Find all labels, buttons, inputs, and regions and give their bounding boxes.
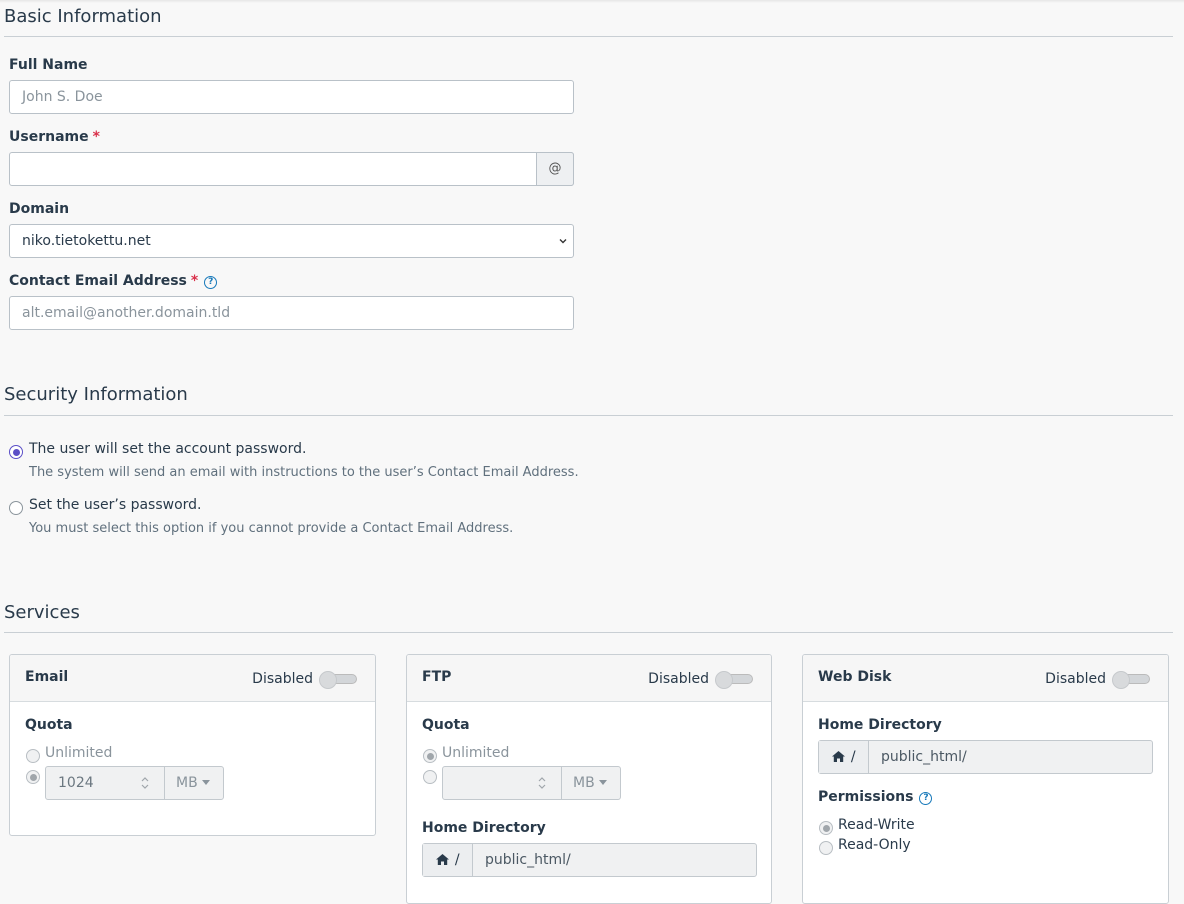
webdisk-service-card: Web Disk Disabled Home Directory / publi… (802, 654, 1169, 904)
ftp-unlimited-label: Unlimited (442, 745, 510, 761)
ftp-quota-label: Quota (422, 717, 470, 733)
email-custom-quota-radio[interactable] (26, 770, 40, 784)
webdisk-permissions-label: Permissions? (818, 789, 933, 805)
spinner-icon[interactable] (538, 776, 546, 790)
ftp-unit-value: MB (573, 775, 595, 791)
home-icon (832, 751, 846, 762)
email-quota-input[interactable]: 1024 (45, 766, 165, 800)
option-user-sets-password-label[interactable]: The user will set the account password. (29, 441, 306, 457)
webdisk-toggle[interactable] (1112, 671, 1150, 689)
home-addon: / (819, 741, 869, 773)
full-name-input[interactable]: John S. Doe (9, 80, 574, 114)
username-label: Username * (9, 129, 100, 145)
webdisk-read-write-label: Read-Write (838, 817, 915, 833)
home-separator: / (454, 852, 460, 868)
ftp-toggle[interactable] (715, 671, 753, 689)
ftp-custom-quota-radio[interactable] (423, 770, 437, 784)
card-header: Email Disabled (10, 655, 375, 702)
top-shadow (0, 0, 1184, 3)
email-status: Disabled (252, 671, 313, 687)
ftp-card-title: FTP (422, 669, 452, 685)
email-toggle[interactable] (319, 671, 357, 689)
contact-email-placeholder: alt.email@another.domain.tld (22, 305, 231, 321)
webdisk-home-dir-input[interactable]: / public_html/ (818, 740, 1153, 774)
webdisk-read-only-radio[interactable] (819, 841, 833, 855)
full-name-label: Full Name (9, 57, 88, 73)
section-title-security: Security Information (4, 384, 188, 405)
email-card-title: Email (25, 669, 69, 685)
help-icon[interactable]: ? (204, 276, 218, 289)
card-header: FTP Disabled (407, 655, 771, 702)
required-mark: * (190, 273, 199, 289)
webdisk-card-title: Web Disk (818, 669, 892, 685)
section-title-basic: Basic Information (4, 6, 162, 27)
card-header: Web Disk Disabled (803, 655, 1168, 702)
webdisk-permissions-label-text: Permissions (818, 789, 914, 805)
chevron-down-icon (559, 239, 567, 244)
webdisk-read-write-radio[interactable] (819, 821, 833, 835)
ftp-quota-input[interactable] (442, 766, 562, 800)
webdisk-home-dir-value: public_html/ (881, 749, 967, 765)
ftp-unit-dropdown[interactable]: MB (561, 766, 621, 800)
domain-select[interactable]: niko.tietokettu.net (9, 224, 574, 258)
option-set-password-label[interactable]: Set the user’s password. (29, 497, 202, 513)
email-quota-value: 1024 (58, 775, 94, 791)
divider (4, 415, 1173, 416)
email-unlimited-radio[interactable] (26, 749, 40, 763)
webdisk-read-only-label: Read-Only (838, 837, 911, 853)
full-name-placeholder: John S. Doe (22, 89, 103, 105)
email-unlimited-label: Unlimited (45, 745, 113, 761)
ftp-home-dir-value: public_html/ (485, 852, 571, 868)
required-mark: * (92, 129, 100, 145)
ftp-status: Disabled (648, 671, 709, 687)
option-set-password-desc: You must select this option if you canno… (29, 521, 514, 536)
webdisk-status: Disabled (1045, 671, 1106, 687)
username-input[interactable]: @ (9, 152, 574, 186)
option-user-sets-password-desc: The system will send an email with instr… (29, 465, 579, 480)
contact-email-label: Contact Email Address *? (9, 273, 218, 289)
section-title-services: Services (4, 602, 80, 623)
email-unit-value: MB (176, 775, 198, 791)
contact-email-label-text: Contact Email Address (9, 273, 187, 289)
username-label-text: Username (9, 129, 89, 145)
ftp-home-dir-input[interactable]: / public_html/ (422, 843, 757, 877)
domain-label: Domain (9, 201, 70, 217)
home-addon: / (423, 844, 473, 876)
caret-down-icon (598, 780, 607, 785)
radio-set-password[interactable] (9, 501, 23, 515)
help-icon[interactable]: ? (919, 792, 933, 805)
spinner-icon[interactable] (141, 776, 149, 790)
home-icon (436, 854, 450, 865)
divider (4, 632, 1173, 633)
caret-down-icon (201, 780, 210, 785)
divider (4, 36, 1173, 37)
domain-value: niko.tietokettu.net (22, 233, 151, 249)
home-separator: / (850, 749, 856, 765)
at-addon: @ (536, 152, 574, 186)
ftp-home-dir-label: Home Directory (422, 820, 546, 836)
webdisk-home-dir-label: Home Directory (818, 717, 942, 733)
ftp-service-card: FTP Disabled Quota Unlimited MB Home Dir… (406, 654, 772, 904)
ftp-unlimited-radio[interactable] (423, 749, 437, 763)
contact-email-input[interactable]: alt.email@another.domain.tld (9, 296, 574, 330)
email-quota-label: Quota (25, 717, 73, 733)
email-service-card: Email Disabled Quota Unlimited 1024 MB (9, 654, 376, 836)
radio-user-sets-password[interactable] (9, 445, 23, 459)
email-unit-dropdown[interactable]: MB (164, 766, 224, 800)
